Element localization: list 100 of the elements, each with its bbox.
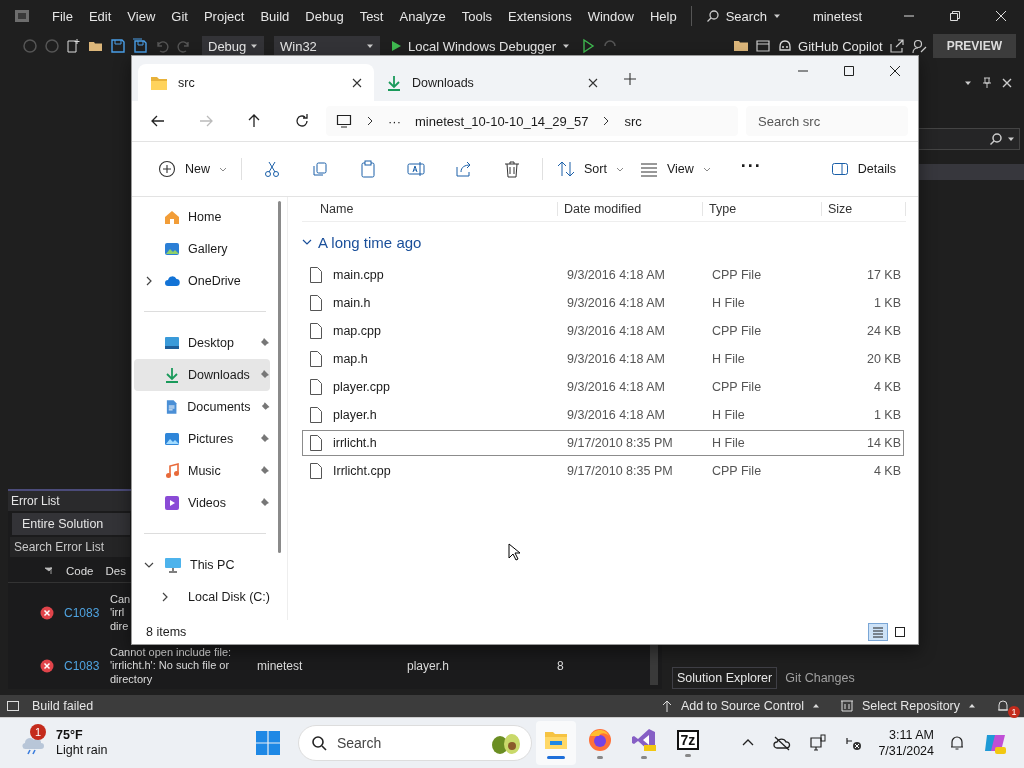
file-row[interactable]: irrlicht.h 9/17/2010 8:35 PM H File 14 KB: [302, 430, 904, 456]
caret-icon[interactable]: [964, 79, 972, 87]
start-button[interactable]: [255, 731, 280, 755]
tab[interactable]: src: [138, 64, 374, 101]
menu-item[interactable]: Test: [351, 4, 392, 28]
preview-button[interactable]: PREVIEW: [932, 34, 1016, 58]
source-control-button[interactable]: Add to Source Control: [661, 699, 821, 713]
nav-item[interactable]: Music: [134, 455, 270, 487]
tab[interactable]: Downloads: [374, 64, 610, 101]
nav-item[interactable]: Desktop: [134, 327, 270, 359]
error-code-link[interactable]: C1083: [58, 606, 100, 620]
scrollbar[interactable]: [278, 201, 281, 553]
column-header[interactable]: Size: [822, 202, 906, 216]
pin-icon[interactable]: [981, 77, 993, 89]
path-segment[interactable]: minetest_10-10-10_14_29_57: [415, 113, 589, 129]
nav-item[interactable]: Pictures: [134, 423, 270, 455]
filter-icon[interactable]: [44, 566, 54, 576]
scrollbar[interactable]: [650, 643, 658, 685]
menu-item[interactable]: Extensions: [500, 4, 580, 28]
panel-tab[interactable]: Git Changes: [781, 668, 859, 688]
chevron-down-icon[interactable]: [302, 237, 312, 247]
nav-item[interactable]: Gallery: [134, 233, 270, 265]
file-row[interactable]: player.cpp 9/3/2016 4:18 AM CPP File 4 KB: [302, 374, 904, 400]
new-tab-icon[interactable]: [624, 72, 636, 85]
column-header[interactable]: Code: [62, 565, 98, 577]
sort-button[interactable]: Sort: [549, 153, 632, 185]
taskbar-app-button[interactable]: [535, 721, 576, 765]
menu-item[interactable]: File: [44, 4, 81, 28]
nav-item[interactable]: Home: [134, 201, 270, 233]
save-icon[interactable]: [110, 38, 126, 54]
back-icon[interactable]: [150, 113, 166, 129]
taskbar-app-button[interactable]: 7z: [667, 721, 708, 765]
clock[interactable]: 3:11 AM 7/31/2024: [878, 727, 934, 759]
menu-item[interactable]: Project: [195, 4, 253, 28]
chevron-right-icon[interactable]: [144, 276, 154, 286]
close-icon[interactable]: [352, 77, 362, 88]
search-icon: [705, 9, 720, 23]
search-field[interactable]: Search src: [746, 106, 908, 136]
bell-icon[interactable]: [949, 735, 965, 751]
chevron-right-icon[interactable]: [160, 592, 170, 602]
details-button[interactable]: Details: [822, 153, 904, 185]
platform-dropdown[interactable]: Win32: [274, 36, 380, 56]
file-row[interactable]: map.h 9/3/2016 4:18 AM H File 20 KB: [302, 346, 904, 372]
date-cell-text: 9/3/2016 4:18 AM: [566, 380, 666, 394]
column-header[interactable]: Des: [101, 565, 130, 577]
more-button[interactable]: ···: [732, 153, 770, 185]
nav-item[interactable]: Downloads: [134, 359, 270, 391]
feedback-icon[interactable]: [910, 38, 927, 54]
path-overflow[interactable]: ···: [388, 113, 401, 129]
view-button[interactable]: View: [631, 153, 719, 185]
file-row[interactable]: main.cpp 9/3/2016 4:18 AM CPP File 17 KB: [302, 262, 904, 288]
nav-item[interactable]: Documents: [134, 391, 270, 423]
close-icon[interactable]: [588, 77, 598, 88]
type-cell-text: CPP File: [711, 464, 763, 478]
file-row[interactable]: player.h 9/3/2016 4:18 AM H File 1 KB: [302, 402, 904, 428]
file-row[interactable]: main.h 9/3/2016 4:18 AM H File 1 KB: [302, 290, 904, 316]
repository-button[interactable]: Select Repository: [840, 699, 976, 713]
menu-item[interactable]: Git: [163, 4, 196, 28]
chevron-down-icon[interactable]: [144, 560, 154, 570]
nav-item[interactable]: This PC: [134, 549, 270, 581]
new-button[interactable]: New: [150, 153, 235, 185]
cloud-off-icon[interactable]: [773, 735, 792, 751]
window-icon[interactable]: [755, 38, 772, 54]
nav-item[interactable]: Local Disk (C:): [134, 581, 270, 613]
refresh-icon[interactable]: [294, 113, 310, 129]
configuration-dropdown[interactable]: Debug: [202, 36, 264, 56]
save-all-icon[interactable]: [132, 38, 148, 54]
menu-item[interactable]: Tools: [453, 4, 501, 28]
column-header[interactable]: Date modified: [558, 202, 703, 216]
video-icon: [164, 495, 180, 511]
menu-item[interactable]: Edit: [80, 4, 120, 28]
up-icon[interactable]: [246, 113, 262, 129]
search-field[interactable]: [918, 128, 1020, 150]
menu-item[interactable]: Window: [579, 4, 642, 28]
error-code-link[interactable]: C1083: [58, 659, 100, 673]
column-header[interactable]: Name: [302, 202, 558, 216]
file-row[interactable]: map.cpp 9/3/2016 4:18 AM CPP File 24 KB: [302, 318, 904, 344]
column-header[interactable]: Type: [703, 202, 822, 216]
share-icon[interactable]: [888, 38, 905, 54]
display-icon[interactable]: [809, 734, 828, 752]
file-row[interactable]: Irrlicht.cpp 9/17/2010 8:35 PM CPP File 4 KB: [302, 458, 904, 484]
taskbar-search[interactable]: Search: [297, 725, 532, 761]
menu-item[interactable]: Help: [641, 4, 685, 28]
list-icon: [872, 626, 884, 638]
menu-item[interactable]: Build: [252, 4, 298, 28]
scope-dropdown[interactable]: Entire Solution: [12, 513, 130, 535]
copilot-button[interactable]: GitHub Copilot: [777, 35, 883, 57]
maximize-icon: [843, 65, 855, 77]
panel-tab[interactable]: Solution Explorer: [672, 667, 778, 689]
path-segment[interactable]: src: [624, 113, 642, 129]
menu-item[interactable]: Analyze: [391, 4, 454, 28]
group-header[interactable]: A long time ago: [302, 222, 906, 262]
search-button[interactable]: Search: [697, 4, 789, 28]
menu-item[interactable]: Debug: [297, 4, 352, 28]
menu-item[interactable]: View: [119, 4, 164, 28]
file-cell: player.h: [407, 659, 450, 673]
nav-item[interactable]: OneDrive: [134, 265, 270, 297]
address-bar[interactable]: ··· minetest_10-10-10_14_29_57 src: [326, 106, 738, 136]
search-field[interactable]: Search Error List: [10, 537, 130, 557]
new-project-icon[interactable]: [66, 38, 82, 54]
